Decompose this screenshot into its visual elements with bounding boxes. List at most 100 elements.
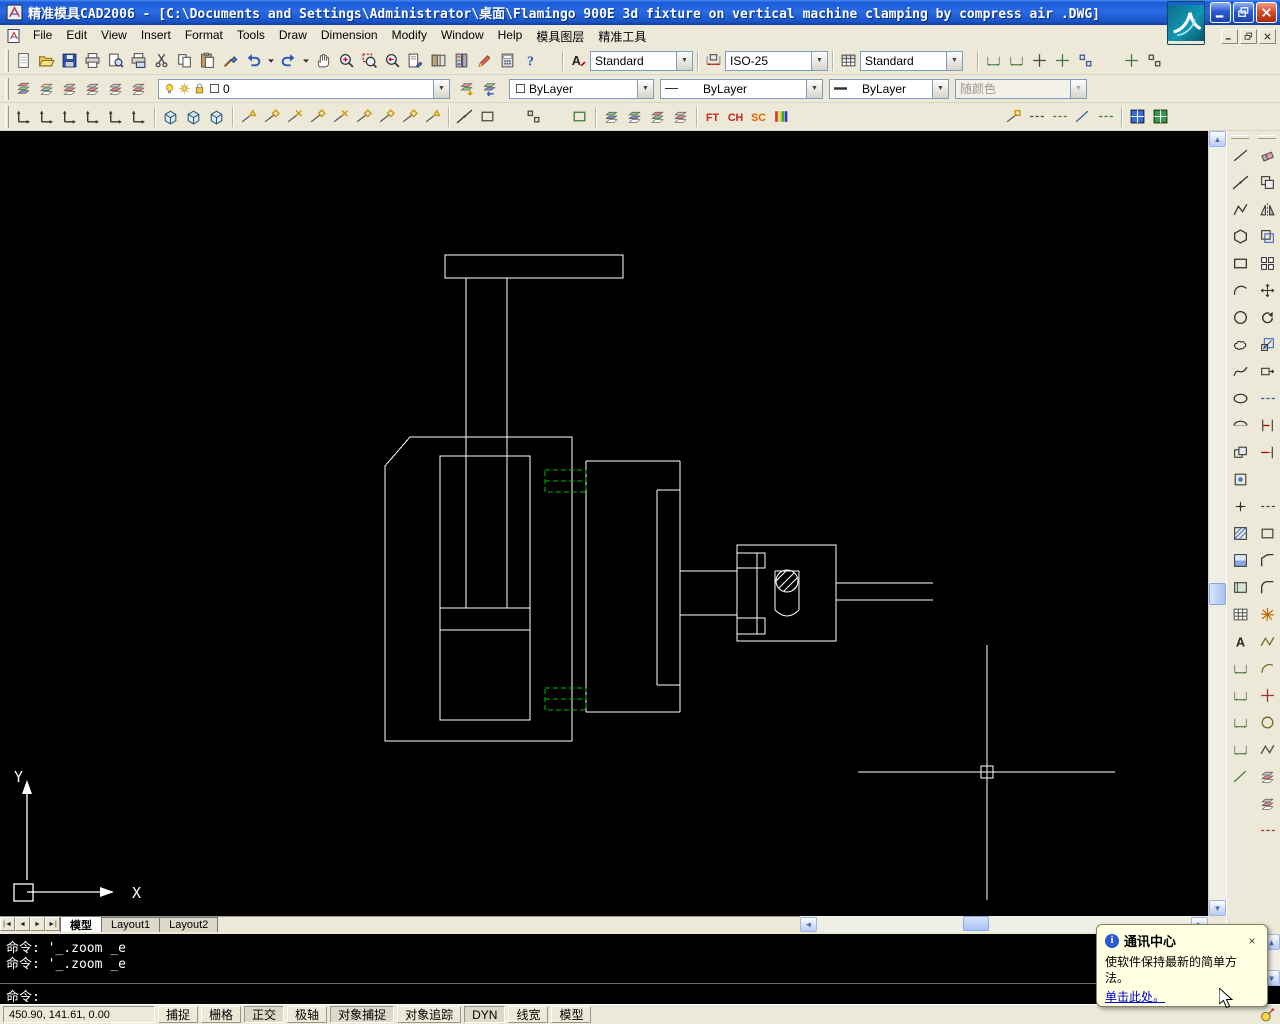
extend-icon[interactable]: [1256, 442, 1278, 464]
pan-icon[interactable]: [312, 49, 335, 72]
communication-center-icon[interactable]: [1257, 1006, 1277, 1024]
menu-item-File[interactable]: File: [26, 26, 59, 47]
dim-aligned-icon[interactable]: [1229, 685, 1251, 707]
green-grid-icon[interactable]: [1149, 105, 1172, 128]
options-icon[interactable]: [1143, 49, 1166, 72]
ellipse-icon[interactable]: [1229, 388, 1251, 410]
point-marker-icon[interactable]: [979, 105, 1002, 128]
snap-tangent-icon[interactable]: [352, 105, 375, 128]
region-icon[interactable]: [1229, 577, 1251, 599]
layer-lock2-icon[interactable]: [1256, 793, 1278, 815]
divide-icon[interactable]: [499, 105, 522, 128]
locate-point-icon[interactable]: [1097, 49, 1120, 72]
copy-icon[interactable]: [173, 49, 196, 72]
dim-update-icon[interactable]: [1005, 49, 1028, 72]
layer-properties-icon[interactable]: [12, 77, 35, 100]
menu-item-Help[interactable]: Help: [491, 26, 530, 47]
calculator-icon[interactable]: [496, 49, 519, 72]
point-icon[interactable]: [1229, 496, 1251, 518]
drawing-file-icon[interactable]: [6, 28, 22, 44]
status-toggle-线宽[interactable]: 线宽: [508, 1006, 549, 1023]
ucs-world-icon[interactable]: [35, 105, 58, 128]
vertical-scroll-thumb[interactable]: [1209, 583, 1226, 605]
toolbar-drag-handle[interactable]: [5, 49, 9, 72]
chevron-down-icon[interactable]: ▼: [637, 79, 653, 98]
canvas-vertical-scrollbar[interactable]: ▲ ▼: [1208, 131, 1226, 916]
lineweight-combo[interactable]: ByLayer ▼: [829, 78, 949, 99]
zoom-window-icon[interactable]: [358, 49, 381, 72]
popup-close-icon[interactable]: ×: [1245, 934, 1259, 948]
fillet-icon[interactable]: [1256, 577, 1278, 599]
named-views-icon[interactable]: [159, 105, 182, 128]
circle-icon[interactable]: [1229, 307, 1251, 329]
snap-intersection-icon[interactable]: [283, 105, 306, 128]
popup-click-here-link[interactable]: 单击此处。: [1105, 988, 1165, 1005]
blue-grid-icon[interactable]: [1126, 105, 1149, 128]
ft-icon[interactable]: FT: [701, 105, 724, 128]
snap-midpoint-icon[interactable]: [260, 105, 283, 128]
break-at-point-icon[interactable]: [1256, 469, 1278, 491]
table-style-icon[interactable]: [837, 49, 860, 72]
layer-lock-icon[interactable]: [193, 82, 206, 95]
rectangle-icon[interactable]: [1229, 253, 1251, 275]
dim-sc-icon[interactable]: SC: [747, 105, 770, 128]
dim-angular-icon[interactable]: [1229, 739, 1251, 761]
dyn-mode-icon[interactable]: [1094, 105, 1117, 128]
layer-freeze-icon[interactable]: [104, 77, 127, 100]
dim-style-combo[interactable]: ISO-25 ▼: [725, 50, 828, 71]
menu-item-View[interactable]: View: [94, 26, 134, 47]
color-bars-icon[interactable]: [770, 105, 793, 128]
offset-icon[interactable]: [1256, 226, 1278, 248]
measure-icon[interactable]: [522, 105, 545, 128]
toolbar-drag-handle[interactable]: [1231, 135, 1249, 139]
scroll-up-icon[interactable]: ▲: [1209, 131, 1226, 147]
status-toggle-DYN[interactable]: DYN: [464, 1006, 506, 1023]
draworder-icon[interactable]: [568, 105, 591, 128]
print-preview-icon[interactable]: [104, 49, 127, 72]
chevron-down-icon[interactable]: ▼: [676, 51, 692, 70]
linetype-combo[interactable]: ByLayer ▼: [660, 78, 823, 99]
horizontal-scroll-thumb[interactable]: [963, 916, 989, 931]
dim-linear-icon[interactable]: [1229, 658, 1251, 680]
move-icon[interactable]: [1256, 280, 1278, 302]
tab-Layout2[interactable]: Layout2: [159, 917, 219, 932]
revcloud-icon[interactable]: [1229, 334, 1251, 356]
layer-delete-icon[interactable]: [669, 105, 692, 128]
edit-polyline-icon[interactable]: [1256, 631, 1278, 653]
spline-icon[interactable]: [1229, 361, 1251, 383]
dim-edit-icon[interactable]: [982, 49, 1005, 72]
match-layer-icon[interactable]: [1256, 712, 1278, 734]
save-icon[interactable]: [58, 49, 81, 72]
print-icon[interactable]: [81, 49, 104, 72]
layer-previous-icon[interactable]: [478, 77, 501, 100]
zoom-realtime-icon[interactable]: [335, 49, 358, 72]
markup-icon[interactable]: [473, 49, 496, 72]
brand-logo-icon[interactable]: [1167, 1, 1205, 45]
close-button[interactable]: [1256, 2, 1277, 23]
scroll-left-icon[interactable]: ◄: [800, 916, 817, 932]
cut-icon[interactable]: [150, 49, 173, 72]
layer-on-icon[interactable]: [163, 82, 176, 95]
last-tab-icon[interactable]: ►|: [45, 917, 60, 931]
layer-freeze-sun-icon[interactable]: [178, 82, 191, 95]
next-tab-icon[interactable]: ►: [30, 917, 45, 931]
linetype-manager-icon[interactable]: [793, 105, 816, 128]
status-toggle-对象追踪[interactable]: 对象追踪: [397, 1006, 462, 1023]
undo-icon[interactable]: [242, 49, 265, 72]
menu-item-Tools[interactable]: Tools: [230, 26, 272, 47]
rotate-icon[interactable]: [1256, 307, 1278, 329]
explode-icon[interactable]: [1256, 604, 1278, 626]
osnap-settings-icon[interactable]: [1025, 105, 1048, 128]
table-icon[interactable]: [1229, 604, 1251, 626]
quick-dim-icon[interactable]: [1229, 766, 1251, 788]
vertical-scroll-track[interactable]: [1209, 147, 1226, 900]
menu-item-Dimension[interactable]: Dimension: [314, 26, 385, 47]
break-icon[interactable]: [1256, 496, 1278, 518]
text-style-combo[interactable]: Standard ▼: [590, 50, 693, 71]
previous-tab-icon[interactable]: ◄: [15, 917, 30, 931]
chevron-down-icon[interactable]: ▼: [811, 51, 827, 70]
chevron-down-icon[interactable]: ▼: [806, 79, 822, 98]
status-toggle-对象捕捉[interactable]: 对象捕捉: [330, 1006, 395, 1023]
match-properties-icon[interactable]: [219, 49, 242, 72]
layer-off2-icon[interactable]: [1256, 766, 1278, 788]
